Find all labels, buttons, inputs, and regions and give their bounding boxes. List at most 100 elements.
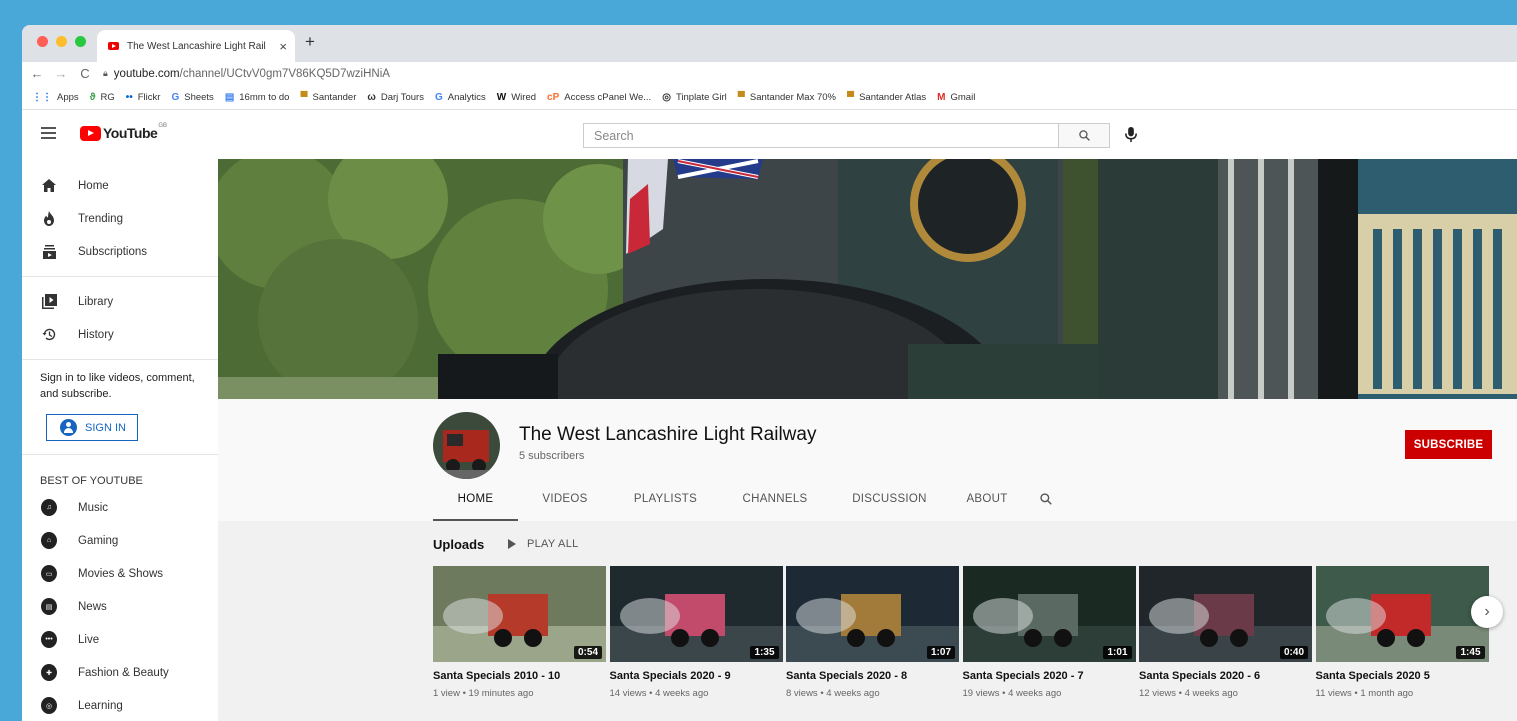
bookmark-item[interactable]: ϑ RG (90, 92, 115, 103)
tab-about[interactable]: ABOUT (948, 479, 1026, 519)
bookmark-item[interactable]: ◎ Tinplate Girl (662, 92, 727, 103)
sidebar-item-music[interactable]: ♫ Music (22, 491, 218, 524)
bookmark-label: Wired (511, 91, 537, 103)
bookmark-item[interactable]: W Wired (497, 92, 536, 103)
signin-prompt: Sign in to like videos, comment, and sub… (40, 372, 195, 400)
video-title[interactable]: Santa Specials 2010 - 10 (433, 670, 606, 682)
video-card[interactable]: 1:07 Santa Specials 2020 - 8 8 views • 4 w… (786, 566, 959, 699)
video-thumbnail[interactable]: 0:40 (1139, 566, 1312, 662)
microphone-icon[interactable] (1124, 126, 1138, 148)
menu-icon[interactable] (41, 127, 56, 142)
video-thumbnail[interactable]: 0:54 (433, 566, 606, 662)
sign-in-button[interactable]: SIGN IN (46, 414, 138, 441)
browser-tab[interactable]: The West Lancashire Light Rail × (97, 30, 295, 62)
tab-close-icon[interactable]: × (279, 39, 287, 54)
video-card[interactable]: 0:40 Santa Specials 2020 - 6 12 views • 4 … (1139, 566, 1312, 699)
bookmark-icon: ◎ (662, 91, 671, 103)
youtube-logo[interactable]: YouTube GB (80, 123, 167, 141)
address-bar[interactable]: 🔒︎ youtube.com/channel/UCtvV0gm7V86KQ5D7… (103, 68, 390, 80)
tab-playlists[interactable]: PLAYLISTS (612, 479, 719, 519)
sidebar-item-label: Home (78, 179, 109, 192)
new-tab-button[interactable]: + (305, 32, 315, 52)
bookmark-item[interactable]: ω Darj Tours (367, 92, 424, 103)
music-icon: ♫ (41, 499, 57, 516)
channel-avatar[interactable] (433, 412, 500, 479)
bookmark-item[interactable]: ▀ Santander Max 70% (738, 92, 836, 103)
video-thumbnail[interactable]: 1:07 (786, 566, 959, 662)
banner-image (218, 159, 1517, 399)
bookmark-item[interactable]: •• Flickr (126, 92, 161, 103)
sidebar-item-fashion-beauty[interactable]: ✚ Fashion & Beauty (22, 656, 218, 689)
channel-search-icon[interactable] (1026, 479, 1066, 519)
video-title[interactable]: Santa Specials 2020 - 9 (610, 670, 783, 682)
forward-button[interactable]: → (51, 66, 71, 81)
sidebar-item-live[interactable]: ••• Live (22, 623, 218, 656)
sidebar-item-trending[interactable]: Trending (22, 202, 218, 235)
minimize-window-button[interactable] (56, 36, 67, 47)
channel-banner (218, 159, 1517, 399)
shelf-next-button[interactable]: › (1471, 596, 1503, 628)
sidebar-item-label: Subscriptions (78, 245, 148, 258)
reload-button[interactable]: C (75, 66, 95, 81)
video-title[interactable]: Santa Specials 2020 - 7 (963, 670, 1136, 682)
country-code: GB (158, 123, 167, 129)
video-thumbnail[interactable]: 1:35 (609, 566, 783, 662)
bookmark-icon: ▀ (737, 91, 745, 103)
video-title[interactable]: Santa Specials 2020 - 8 (786, 670, 959, 682)
back-button[interactable]: ← (27, 66, 47, 81)
bookmark-label: Flickr (137, 91, 161, 103)
video-thumbnail[interactable]: 1:01 (962, 566, 1136, 662)
bookmark-item[interactable]: ▀ Santander Atlas (847, 92, 926, 103)
video-card[interactable]: 1:01 Santa Specials 2020 - 7 19 views • 4 … (962, 566, 1136, 699)
video-meta: 19 views • 4 weeks ago (962, 688, 1062, 699)
news-icon: ▤ (41, 598, 57, 615)
video-title[interactable]: Santa Specials 2020 5 (1316, 670, 1489, 682)
sidebar-item-label: History (78, 328, 114, 341)
sidebar-item-history[interactable]: History (22, 318, 218, 351)
video-meta: 1 view • 19 minutes ago (433, 688, 534, 699)
bookmark-item[interactable]: ⋮⋮ Apps (32, 92, 79, 103)
bookmark-item[interactable]: cP Access cPanel We... (547, 92, 651, 103)
bookmark-item[interactable]: ▀ Santander (300, 92, 356, 103)
bookmark-label: Apps (57, 91, 79, 103)
bookmark-item[interactable]: G Sheets (171, 92, 213, 103)
video-card[interactable]: 1:45 Santa Specials 2020 5 11 views • 1 mo… (1315, 566, 1489, 699)
sidebar-item-news[interactable]: ▤ News (22, 590, 218, 623)
video-thumbnail[interactable]: 1:45 (1315, 566, 1489, 662)
bookmark-label: Santander Max 70% (749, 91, 836, 103)
sidebar-item-subscriptions[interactable]: Subscriptions (22, 235, 218, 268)
video-card[interactable]: 0:54 Santa Specials 2010 - 10 1 view • 19 … (433, 566, 606, 699)
play-all-label: PLAY ALL (527, 538, 579, 550)
uploads-heading[interactable]: Uploads (433, 537, 484, 552)
video-title[interactable]: Santa Specials 2020 - 6 (1139, 670, 1312, 682)
channel-header: The West Lancashire Light Railway 5 subs… (218, 399, 1517, 521)
play-all-button[interactable]: PLAY ALL (508, 538, 579, 550)
sidebar-item-learning[interactable]: ◎ Learning (22, 689, 218, 721)
video-meta: 14 views • 4 weeks ago (609, 688, 709, 699)
bookmark-label: Gmail (950, 91, 976, 103)
tab-videos[interactable]: VIDEOS (518, 479, 612, 519)
search-button[interactable] (1058, 123, 1110, 148)
sidebar-item-gaming[interactable]: ⌂ Gaming (22, 524, 218, 557)
browser-toolbar: ← → C 🔒︎ youtube.com/channel/UCtvV0gm7V8… (22, 62, 1517, 85)
bookmark-item[interactable]: ▤ 16mm to do (225, 92, 290, 103)
bookmark-item[interactable]: G Analytics (435, 92, 486, 103)
sidebar-item-movies-shows[interactable]: ▭ Movies & Shows (22, 557, 218, 590)
subscribe-button[interactable]: SUBSCRIBE (1405, 430, 1492, 459)
search-input[interactable]: Search (583, 123, 1058, 148)
tab-channels[interactable]: CHANNELS (719, 479, 831, 519)
tab-strip: The West Lancashire Light Rail × + (22, 25, 1517, 62)
sidebar-item-library[interactable]: Library (22, 285, 218, 318)
subscriptions-icon (41, 244, 57, 260)
tab-discussion[interactable]: DISCUSSION (831, 479, 948, 519)
bookmark-item[interactable]: M Gmail (937, 92, 975, 103)
bookmark-icon: M (937, 91, 946, 103)
video-duration: 1:45 (1456, 646, 1485, 659)
maximize-window-button[interactable] (75, 36, 86, 47)
best-of-youtube-heading: BEST OF YOUTUBE (40, 475, 143, 487)
close-window-button[interactable] (37, 36, 48, 47)
sidebar-item-home[interactable]: Home (22, 169, 218, 202)
tab-home[interactable]: HOME (433, 479, 518, 521)
sidebar-item-label: Fashion & Beauty (78, 666, 169, 679)
video-card[interactable]: 1:35 Santa Specials 2020 - 9 14 views • 4 … (609, 566, 783, 699)
